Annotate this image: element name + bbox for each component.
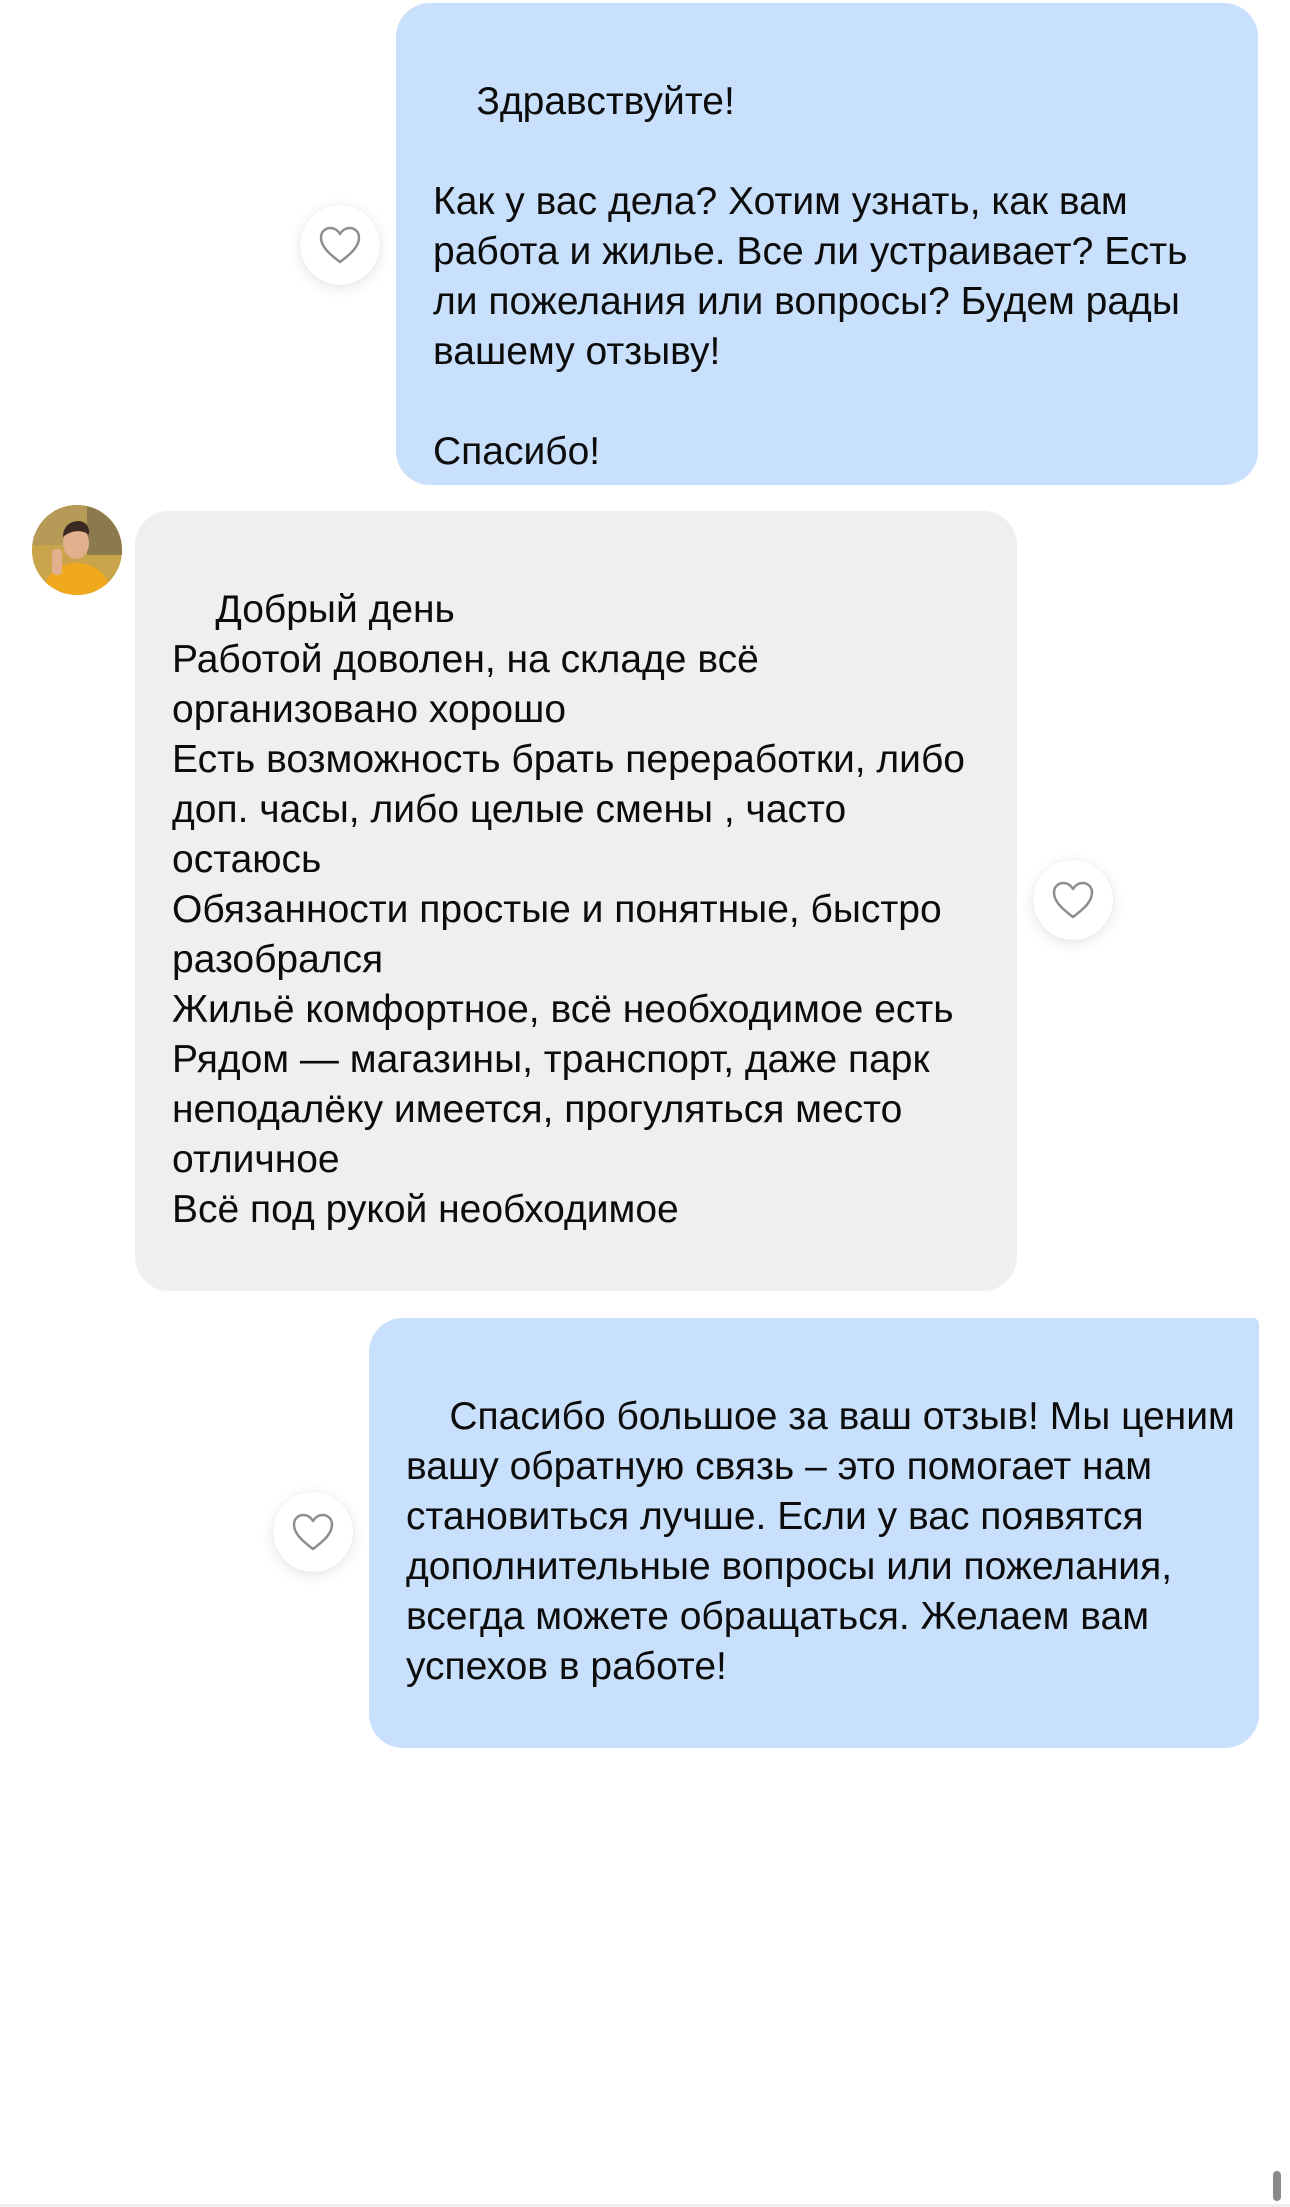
heart-icon <box>1052 881 1094 919</box>
heart-icon <box>292 1513 334 1551</box>
user-avatar[interactable] <box>32 505 122 595</box>
outgoing-message-bubble[interactable]: Спасибо большое за ваш отзыв! Мы ценим в… <box>369 1318 1259 1748</box>
heart-icon <box>319 226 361 264</box>
scrollbar-thumb[interactable] <box>1273 2171 1281 2201</box>
message-text: Добрый день Работой доволен, на складе в… <box>172 588 965 1231</box>
message-text: Спасибо большое за ваш отзыв! Мы ценим в… <box>406 1395 1246 1688</box>
like-button[interactable] <box>1033 860 1113 940</box>
incoming-message-bubble[interactable]: Добрый день Работой доволен, на складе в… <box>135 511 1017 1291</box>
message-text: Здравствуйте! Как у вас дела? Хотим узна… <box>433 80 1188 473</box>
outgoing-message-bubble[interactable]: Здравствуйте! Как у вас дела? Хотим узна… <box>396 3 1258 485</box>
like-button[interactable] <box>300 205 380 285</box>
avatar-image <box>32 505 122 595</box>
like-button[interactable] <box>273 1492 353 1572</box>
